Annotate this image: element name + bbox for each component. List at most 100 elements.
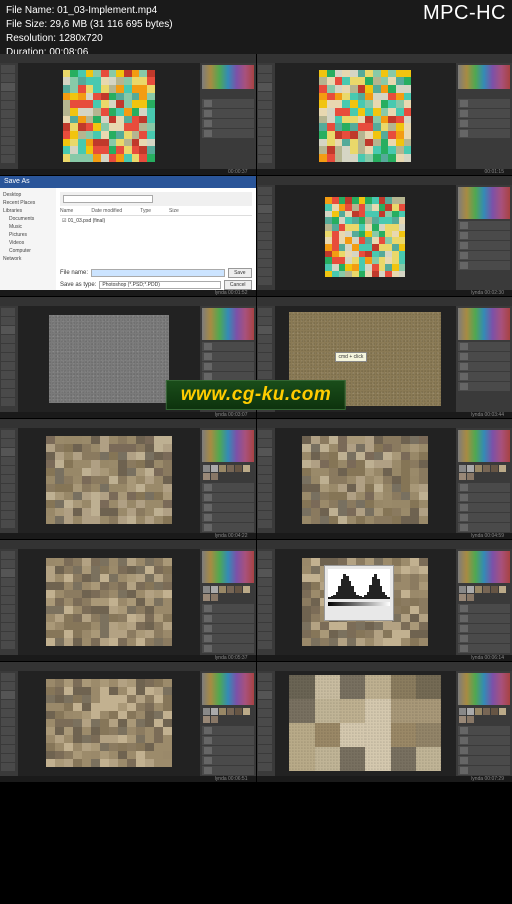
tool-button[interactable]	[258, 682, 272, 690]
swatch[interactable]	[203, 594, 210, 601]
swatch[interactable]	[219, 586, 226, 593]
tool-button[interactable]	[258, 632, 272, 640]
swatch[interactable]	[459, 465, 466, 472]
layer-row[interactable]	[202, 119, 254, 128]
tool-button[interactable]	[1, 74, 15, 82]
swatch[interactable]	[211, 716, 218, 723]
canvas-area[interactable]	[275, 185, 457, 291]
layer-row[interactable]	[458, 372, 510, 381]
toolbar[interactable]	[257, 428, 275, 534]
swatch[interactable]	[459, 716, 466, 723]
canvas-area[interactable]	[275, 549, 457, 655]
tool-button[interactable]	[1, 641, 15, 649]
tool-button[interactable]	[258, 128, 272, 136]
tool-button[interactable]	[258, 326, 272, 334]
swatches-panel[interactable]	[458, 707, 510, 724]
tool-button[interactable]	[258, 623, 272, 631]
tool-button[interactable]	[258, 466, 272, 474]
swatch[interactable]	[227, 708, 234, 715]
tool-button[interactable]	[258, 457, 272, 465]
tool-button[interactable]	[258, 578, 272, 586]
layer-row[interactable]	[202, 493, 254, 502]
nav-item[interactable]: Pictures	[3, 231, 53, 239]
layer-row[interactable]	[202, 523, 254, 532]
layer-row[interactable]	[458, 382, 510, 391]
cancel-button[interactable]: Cancel	[224, 280, 252, 290]
tool-button[interactable]	[258, 259, 272, 267]
tool-button[interactable]	[258, 754, 272, 762]
tool-button[interactable]	[1, 128, 15, 136]
tool-button[interactable]	[1, 502, 15, 510]
column-header[interactable]: Name	[60, 208, 73, 214]
panels-sidebar[interactable]	[456, 63, 512, 169]
tool-button[interactable]	[258, 745, 272, 753]
swatch[interactable]	[219, 708, 226, 715]
nav-pane[interactable]: DesktopRecent PlacesLibrariesDocumentsMu…	[0, 188, 56, 297]
layer-row[interactable]	[202, 352, 254, 361]
swatch[interactable]	[475, 708, 482, 715]
swatch[interactable]	[459, 594, 466, 601]
toolbar[interactable]	[257, 549, 275, 655]
layer-row[interactable]	[458, 493, 510, 502]
tool-button[interactable]	[258, 335, 272, 343]
tool-button[interactable]	[258, 763, 272, 771]
canvas-area[interactable]	[275, 671, 457, 777]
tool-button[interactable]	[258, 493, 272, 501]
swatch[interactable]	[483, 586, 490, 593]
swatch[interactable]	[499, 708, 506, 715]
layer-row[interactable]	[202, 766, 254, 775]
nav-item[interactable]: Music	[3, 223, 53, 231]
layers-panel[interactable]	[202, 726, 254, 775]
tool-button[interactable]	[1, 700, 15, 708]
tool-button[interactable]	[1, 430, 15, 438]
tool-button[interactable]	[258, 137, 272, 145]
layer-row[interactable]	[202, 503, 254, 512]
panels-sidebar[interactable]	[200, 671, 256, 777]
swatch[interactable]	[203, 465, 210, 472]
layer-row[interactable]	[458, 644, 510, 653]
layer-row[interactable]	[202, 624, 254, 633]
layer-row[interactable]	[458, 119, 510, 128]
nav-item[interactable]: Videos	[3, 239, 53, 247]
tool-button[interactable]	[1, 335, 15, 343]
tool-button[interactable]	[258, 569, 272, 577]
swatches-panel[interactable]	[202, 707, 254, 724]
tool-button[interactable]	[1, 398, 15, 406]
swatches-panel[interactable]	[202, 585, 254, 602]
panels-sidebar[interactable]	[456, 671, 512, 777]
color-picker[interactable]	[458, 673, 510, 705]
canvas-area[interactable]	[275, 428, 457, 534]
swatch[interactable]	[211, 594, 218, 601]
layer-row[interactable]	[458, 221, 510, 230]
tool-button[interactable]	[1, 110, 15, 118]
color-picker[interactable]	[458, 187, 510, 219]
tool-button[interactable]	[1, 520, 15, 528]
layer-row[interactable]	[202, 644, 254, 653]
tool-button[interactable]	[258, 727, 272, 735]
layer-row[interactable]	[458, 523, 510, 532]
swatch[interactable]	[203, 716, 210, 723]
swatch[interactable]	[227, 586, 234, 593]
tool-button[interactable]	[258, 268, 272, 276]
tool-button[interactable]	[1, 380, 15, 388]
color-picker[interactable]	[202, 430, 254, 462]
tool-button[interactable]	[1, 551, 15, 559]
swatch[interactable]	[467, 594, 474, 601]
swatch[interactable]	[459, 586, 466, 593]
gradient-bar[interactable]	[328, 602, 390, 606]
swatches-panel[interactable]	[458, 464, 510, 481]
layer-row[interactable]	[458, 624, 510, 633]
layer-row[interactable]	[202, 362, 254, 371]
layer-row[interactable]	[458, 362, 510, 371]
swatch[interactable]	[211, 586, 218, 593]
layer-row[interactable]	[202, 109, 254, 118]
panels-sidebar[interactable]	[456, 306, 512, 412]
tool-button[interactable]	[1, 596, 15, 604]
swatch[interactable]	[475, 586, 482, 593]
tool-button[interactable]	[258, 241, 272, 249]
color-picker[interactable]	[458, 308, 510, 340]
tool-button[interactable]	[258, 101, 272, 109]
layer-row[interactable]	[458, 614, 510, 623]
tool-button[interactable]	[258, 214, 272, 222]
tool-button[interactable]	[1, 308, 15, 316]
